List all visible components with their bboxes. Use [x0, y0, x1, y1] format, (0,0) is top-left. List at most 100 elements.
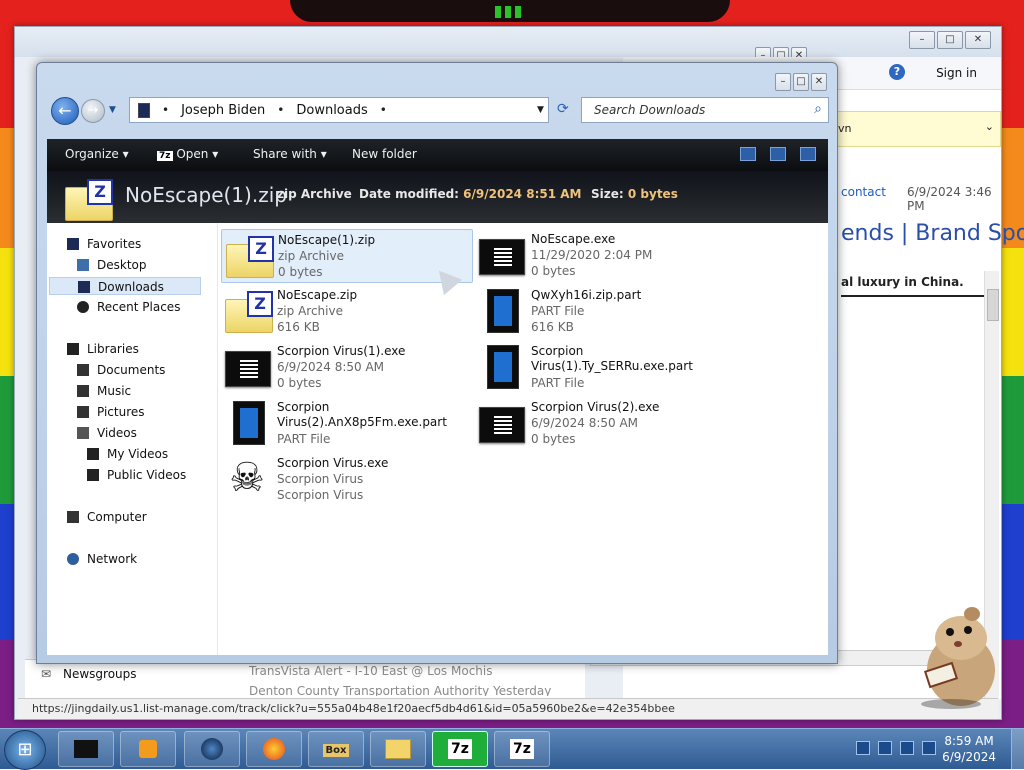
preview-pane-icon[interactable]	[770, 147, 786, 161]
file-item[interactable]: Scorpion Virus(1).Ty_SERRu.exe.part PART…	[475, 341, 725, 393]
contact-link[interactable]: contact	[841, 185, 886, 199]
nav-downloads[interactable]: Downloads	[49, 277, 201, 295]
message-item-transvista[interactable]: TransVista Alert - I-10 East @ Los Mochi…	[249, 664, 492, 678]
search-placeholder: Search Downloads	[594, 103, 706, 117]
taskbar-app-firefox[interactable]	[246, 731, 302, 767]
back-button[interactable]: ←	[51, 97, 79, 125]
breadcrumb[interactable]: • Joseph Biden • Downloads •	[129, 97, 549, 123]
display-icon[interactable]	[900, 741, 914, 755]
new-folder-button[interactable]: New folder	[352, 147, 417, 161]
nav-computer[interactable]: Computer	[67, 510, 147, 524]
file-list: Z NoEscape(1).zip zip Archive 0 bytes No…	[219, 223, 828, 655]
nav-pictures[interactable]: Pictures	[77, 405, 145, 419]
show-desktop-button[interactable]	[1011, 729, 1024, 769]
nav-music[interactable]: Music	[77, 384, 131, 398]
file-item[interactable]: QwXyh16i.zip.part PART File 616 KB	[475, 285, 725, 337]
file-name: Scorpion Virus(2).exe	[531, 400, 660, 414]
open-button[interactable]: 7z Open ▾	[157, 147, 218, 161]
maximize-icon[interactable]: □	[793, 73, 809, 91]
taskbar-app-7zip[interactable]: 7z	[432, 731, 488, 767]
view-controls	[740, 147, 816, 161]
clock[interactable]: 8:59 AM 6/9/2024	[942, 733, 996, 765]
share-with-button[interactable]: Share with ▾	[253, 147, 327, 161]
close-icon[interactable]: ✕	[965, 31, 991, 49]
scroll-thumb[interactable]	[987, 289, 999, 321]
part-file-icon	[487, 345, 519, 389]
file-meta: 616 KB	[277, 320, 320, 334]
exe-icon	[479, 407, 525, 443]
file-item[interactable]: Scorpion Virus(2).exe 6/9/2024 8:50 AM 0…	[475, 397, 725, 449]
nav-videos[interactable]: Videos	[77, 426, 137, 440]
command-bar: Organize ▾ 7z Open ▾ Share with ▾ New fo…	[47, 139, 828, 172]
address-dropdown-icon[interactable]: ▼	[537, 105, 544, 115]
breadcrumb-separator[interactable]: •	[277, 103, 284, 117]
nav-label: Downloads	[98, 280, 164, 294]
chevron-down-icon[interactable]: ⌄	[985, 120, 994, 133]
breadcrumb-separator[interactable]: •	[162, 103, 169, 117]
nav-label: My Videos	[107, 447, 169, 461]
downloads-icon	[78, 281, 90, 293]
close-icon[interactable]: ✕	[811, 73, 827, 91]
help-icon[interactable]	[800, 147, 816, 161]
network-icon[interactable]	[878, 741, 892, 755]
organize-label: Organize	[65, 147, 119, 161]
nav-label: Desktop	[97, 258, 147, 272]
nav-label: Pictures	[97, 405, 145, 419]
newsgroups-item[interactable]: Newsgroups	[63, 667, 137, 681]
taskbar-app-folder[interactable]	[370, 731, 426, 767]
nav-recent-places[interactable]: Recent Places	[77, 300, 180, 314]
change-view-icon[interactable]	[740, 147, 756, 161]
nav-my-videos[interactable]: My Videos	[87, 447, 168, 461]
file-item[interactable]: Z NoEscape.zip zip Archive 616 KB	[221, 285, 471, 337]
taskbar-app-media-player[interactable]	[120, 731, 176, 767]
breadcrumb-downloads[interactable]: Downloads	[296, 103, 367, 118]
sign-in-link[interactable]: Sign in	[936, 66, 977, 80]
part-file-icon	[233, 401, 265, 445]
breadcrumb-joseph-biden[interactable]: Joseph Biden	[181, 103, 265, 118]
explorer-window[interactable]: – □ ✕ ← → ▼ • Joseph Biden • Downloads •…	[36, 62, 838, 664]
file-name: Scorpion Virus(1).Ty_SERRu.exe.part	[531, 344, 693, 373]
selected-file-name: NoEscape(1).zip	[125, 183, 287, 207]
file-name: Scorpion Virus(2).AnX8p5Fm.exe.part	[277, 400, 447, 429]
file-meta: PART File	[531, 376, 585, 390]
start-button[interactable]: ⊞	[4, 730, 46, 770]
desktop-icon	[77, 259, 89, 271]
email-window-titlebar[interactable]	[15, 27, 1001, 57]
taskbar-app-explorer[interactable]	[58, 731, 114, 767]
libraries-icon	[67, 343, 79, 355]
organize-button[interactable]: Organize ▾	[65, 147, 129, 161]
nav-libraries[interactable]: Libraries	[67, 342, 139, 356]
nav-documents[interactable]: Documents	[77, 363, 165, 377]
size-value: 0 bytes	[627, 187, 678, 201]
hamster-icon	[921, 607, 995, 709]
taskbar-app-globe[interactable]	[184, 731, 240, 767]
minimize-icon[interactable]: –	[775, 73, 791, 91]
file-item[interactable]: Scorpion Virus(1).exe 6/9/2024 8:50 AM 0…	[221, 341, 471, 393]
minimize-icon[interactable]: –	[909, 31, 935, 49]
folder-icon	[138, 102, 150, 118]
pictures-icon	[77, 406, 89, 418]
nav-desktop[interactable]: Desktop	[77, 258, 147, 272]
maximize-icon[interactable]: □	[937, 31, 963, 49]
file-item[interactable]: NoEscape.exe 11/29/2020 2:04 PM 0 bytes	[475, 229, 725, 281]
nav-network[interactable]: Network	[67, 552, 137, 566]
volume-icon[interactable]	[922, 741, 936, 755]
search-box[interactable]: Search Downloads ⌕	[581, 97, 829, 123]
taskbar-app-bonzi[interactable]: Box	[308, 731, 364, 767]
nav-favorites[interactable]: Favorites	[67, 237, 141, 251]
message-item-denton[interactable]: Denton County Transportation Authority Y…	[249, 684, 551, 696]
refresh-icon[interactable]: ⟳	[557, 101, 569, 117]
taskbar: ⊞ Box 7z 7z 8:59 AM 6/9/2024	[0, 728, 1024, 770]
nav-label: Network	[87, 552, 138, 566]
tray-icon[interactable]	[856, 741, 870, 755]
help-icon[interactable]: ?	[889, 64, 905, 80]
nav-public-videos[interactable]: Public Videos	[87, 468, 186, 482]
search-icon[interactable]: ⌕	[814, 101, 822, 117]
file-item[interactable]: Scorpion Virus(2).AnX8p5Fm.exe.part PART…	[221, 397, 471, 449]
nav-label: Documents	[97, 363, 166, 377]
taskbar-app-7zip-2[interactable]: 7z	[494, 731, 550, 767]
recent-pages-dropdown[interactable]: ▼	[109, 105, 116, 115]
breadcrumb-separator[interactable]: •	[380, 103, 387, 117]
forward-button[interactable]: →	[81, 99, 105, 123]
file-item[interactable]: ☠ Scorpion Virus.exe Scorpion Virus Scor…	[221, 453, 471, 505]
